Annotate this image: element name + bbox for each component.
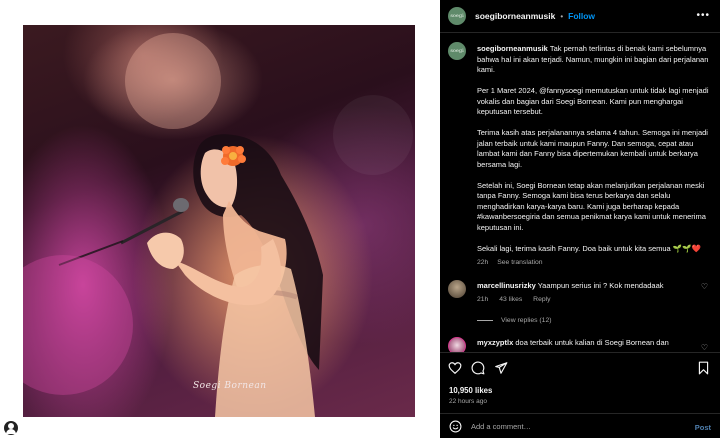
media-area: Soegi Bornean [0, 0, 440, 438]
post-comment-button[interactable]: Post [695, 423, 711, 432]
caption-text: soegiborneanmusik Tak pernah terlintas d… [477, 44, 712, 269]
commenter-avatar[interactable] [448, 280, 466, 298]
comment-body: myxzyptlx doa terbaik untuk kalian di So… [477, 338, 697, 349]
comment-like-heart-icon[interactable]: ♡ [701, 282, 708, 291]
commenter-username[interactable]: myxzyptlx [477, 338, 513, 347]
replies-divider [477, 320, 493, 321]
bookmark-icon[interactable] [697, 361, 710, 375]
profile-icon[interactable] [4, 421, 18, 435]
posted-ago: 22 hours ago [449, 398, 487, 405]
view-replies-label: View replies (12) [501, 317, 552, 324]
add-comment-bar: Post [440, 413, 720, 438]
caption-avatar[interactable]: soegi [448, 42, 466, 60]
share-icon[interactable] [494, 361, 508, 375]
singer-illustration [23, 33, 413, 417]
post-side-panel: soegi soegiborneanmusik • Follow ••• soe… [440, 0, 720, 438]
view-replies-button[interactable]: View replies (12) [477, 317, 552, 324]
caption-paragraph: Sekali lagi, terima kasih Fanny. Doa bai… [477, 243, 701, 253]
see-translation-link[interactable]: See translation [497, 259, 542, 266]
comment-text: Yaampun serius ini ? Kok mendadaak [537, 281, 664, 290]
caption-paragraph: Setelah ini, Soegi Bornean tetap akan me… [477, 180, 706, 232]
action-icons [448, 361, 508, 375]
comment-text: doa terbaik untuk kalian di Soegi Bornea… [515, 338, 669, 347]
emoji-icon[interactable] [449, 420, 462, 433]
commenter-avatar[interactable] [448, 337, 466, 352]
add-comment-input[interactable] [471, 422, 671, 431]
post-actions: 10,950 likes 22 hours ago Post [440, 352, 720, 438]
reply-button[interactable]: Reply [533, 296, 550, 303]
image-watermark: Soegi Bornean [193, 381, 267, 391]
comment-body: marcellinusrizky Yaampun serius ini ? Ko… [477, 281, 697, 292]
caption-paragraph: Terima kasih atas perjalanannya selama 4… [477, 128, 708, 169]
caption-paragraph: Per 1 Maret 2024, @fannysoegi memutuskan… [477, 86, 709, 116]
author-username[interactable]: soegiborneanmusik [475, 11, 555, 21]
comments-scroll-area[interactable]: soegi soegiborneanmusik Tak pernah terli… [440, 34, 720, 352]
avatar-text: soegi [450, 48, 464, 54]
comment-like-heart-icon[interactable]: ♡ [701, 343, 708, 352]
likes-count[interactable]: 10,950 likes [449, 386, 492, 395]
caption-time: 22h [477, 259, 489, 266]
commenter-username[interactable]: marcellinusrizky [477, 281, 536, 290]
post-image[interactable]: Soegi Bornean [23, 25, 415, 417]
comment-meta: 21h 43 likes Reply [477, 296, 560, 303]
more-icon[interactable]: ••• [696, 10, 710, 21]
avatar-text: soegi [450, 13, 464, 19]
caption-meta: 22h See translation [477, 258, 712, 269]
comment-icon[interactable] [471, 361, 485, 375]
caption-username[interactable]: soegiborneanmusik [477, 44, 548, 53]
follow-button[interactable]: Follow [568, 11, 595, 21]
post-header: soegi soegiborneanmusik • Follow ••• [440, 0, 720, 33]
comment-time: 21h [477, 296, 489, 303]
author-avatar[interactable]: soegi [448, 7, 466, 25]
heart-icon[interactable] [448, 361, 462, 375]
comment-likes[interactable]: 43 likes [499, 296, 522, 303]
separator-dot: • [560, 11, 564, 21]
